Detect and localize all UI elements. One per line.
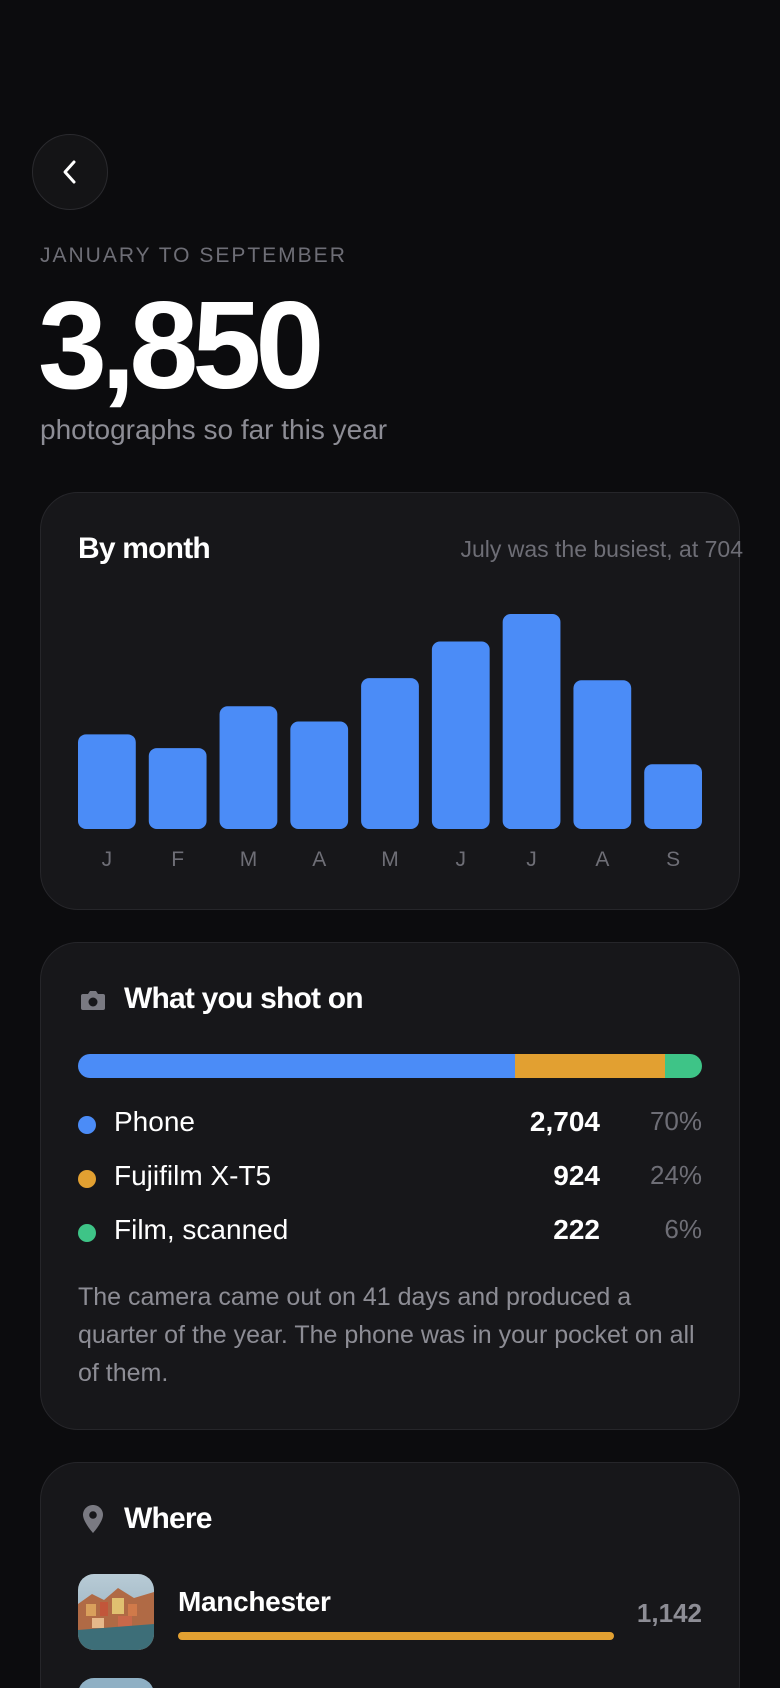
month-bar bbox=[644, 764, 702, 829]
month-tick-label: F bbox=[171, 848, 184, 871]
legend-dot-icon bbox=[78, 1170, 96, 1188]
month-bar bbox=[361, 678, 419, 829]
device-percent: 6% bbox=[664, 1214, 702, 1244]
month-bar bbox=[148, 748, 207, 829]
place-name: Manchester bbox=[178, 1586, 331, 1617]
place-thumbnail bbox=[78, 1574, 154, 1650]
device-label: Film, scanned bbox=[114, 1214, 289, 1245]
device-title: What you shot on bbox=[124, 982, 364, 1015]
place-bar bbox=[178, 1632, 614, 1640]
device-percent: 24% bbox=[649, 1160, 702, 1190]
month-bar bbox=[573, 680, 632, 829]
month-bar bbox=[502, 614, 561, 829]
device-count: 2,704 bbox=[529, 1106, 600, 1137]
place-count: 1,142 bbox=[636, 1598, 702, 1628]
device-note: The camera came out on 41 days and produ… bbox=[78, 1283, 695, 1387]
map-pin-icon bbox=[83, 1505, 103, 1533]
place-thumbnail-2 bbox=[78, 1678, 154, 1688]
month-bar bbox=[290, 721, 349, 829]
month-bar bbox=[219, 706, 278, 829]
device-legend-row: Film, scanned 222 6% bbox=[78, 1212, 702, 1252]
legend-dot-icon bbox=[78, 1116, 96, 1134]
month-tick-label: M bbox=[240, 848, 258, 871]
device-label: Fujifilm X-T5 bbox=[114, 1160, 272, 1191]
month-tick-label: S bbox=[666, 848, 680, 871]
device-count: 924 bbox=[553, 1160, 600, 1191]
month-bar bbox=[431, 641, 490, 829]
legend-dot-icon bbox=[78, 1224, 96, 1242]
device-share-bar bbox=[78, 1054, 702, 1078]
month-bar-chart: JFMAMJJAS bbox=[78, 614, 702, 871]
month-tick-label: M bbox=[381, 848, 399, 871]
month-tick-label: J bbox=[456, 848, 467, 871]
device-legend-row: Fujifilm X-T5 924 24% bbox=[78, 1158, 702, 1198]
device-count: 222 bbox=[553, 1214, 600, 1245]
where-title: Where bbox=[124, 1502, 212, 1535]
month-bar bbox=[78, 734, 136, 829]
device-share-segment bbox=[78, 1054, 515, 1078]
month-tick-label: J bbox=[526, 848, 537, 871]
month-tick-label: A bbox=[312, 848, 326, 871]
device-percent: 70% bbox=[649, 1106, 702, 1136]
device-label: Phone bbox=[114, 1106, 195, 1137]
camera-icon bbox=[81, 991, 105, 1010]
device-share-segment bbox=[664, 1054, 702, 1078]
device-share-segment bbox=[514, 1054, 665, 1078]
device-legend-row: Phone 2,704 70% bbox=[78, 1104, 702, 1144]
month-tick-label: J bbox=[102, 848, 113, 871]
month-tick-label: A bbox=[595, 848, 609, 871]
place-bar-fill bbox=[178, 1632, 614, 1640]
